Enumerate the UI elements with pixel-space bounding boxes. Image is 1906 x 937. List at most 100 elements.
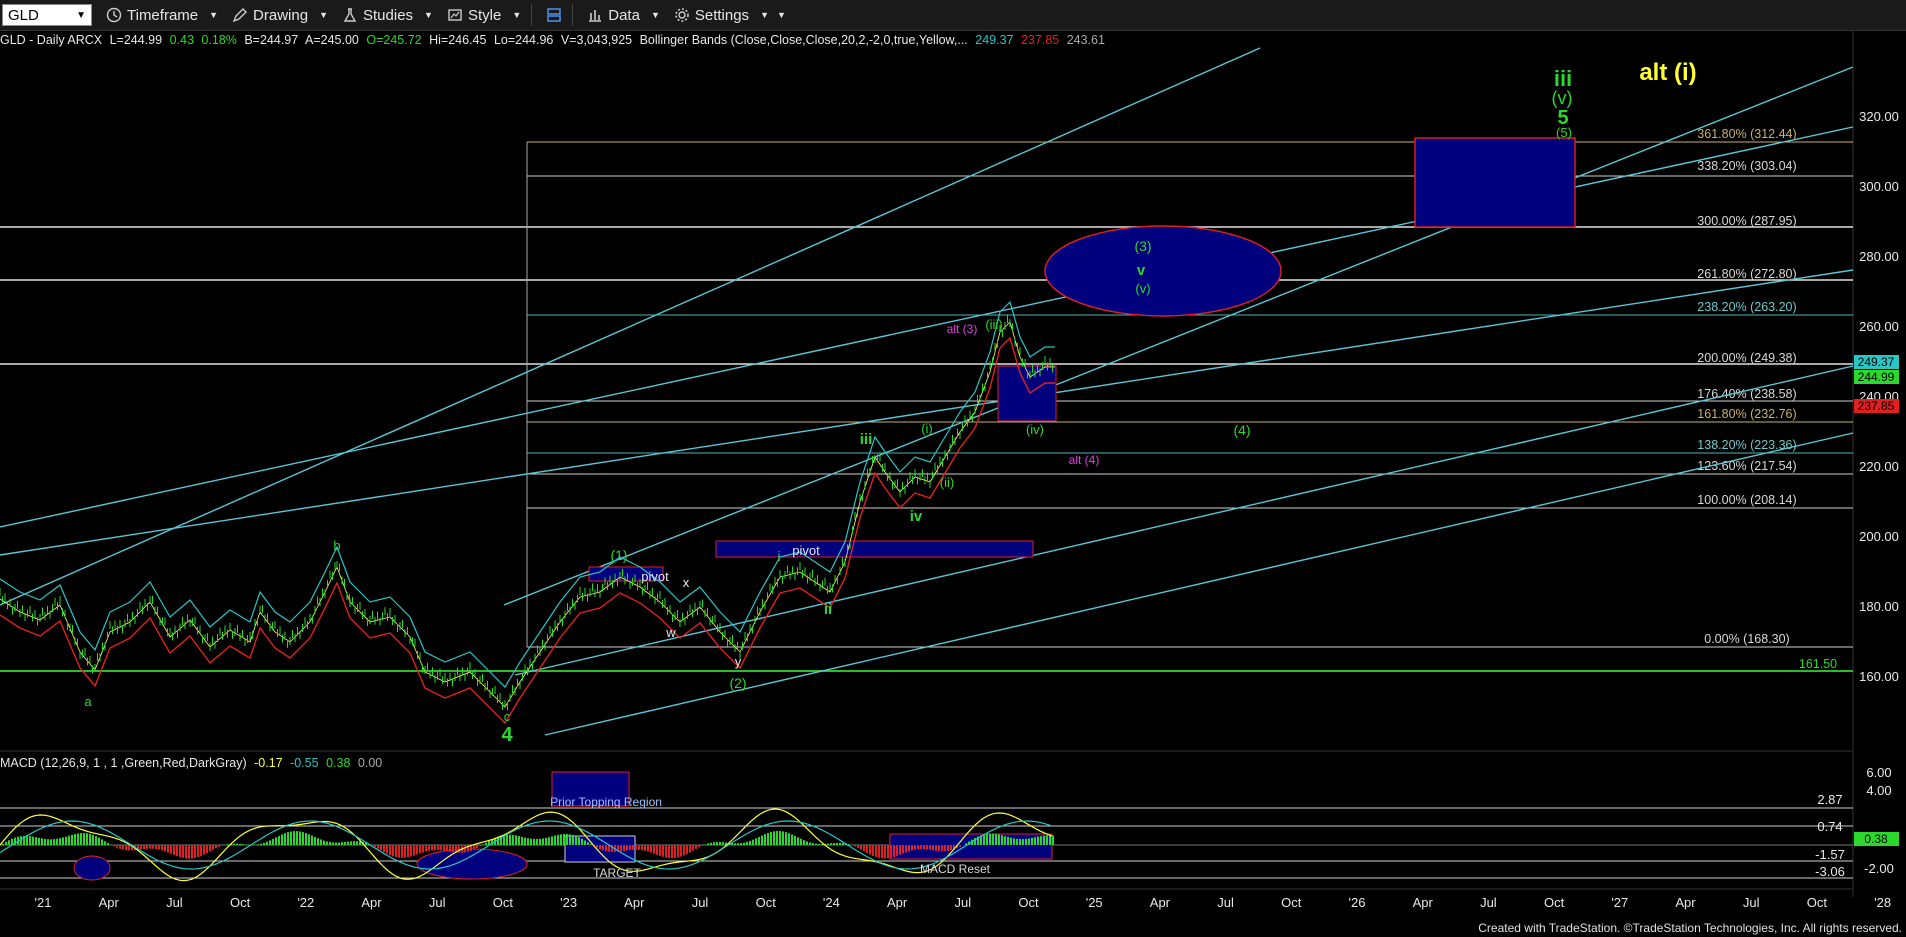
layout-button[interactable] [546,7,562,23]
macd-histogram-bar [926,845,928,850]
macd-histogram-bar [395,845,397,858]
symbol-selector[interactable]: GLD ▼ [2,4,92,26]
macd-histogram-bar [983,834,985,845]
macd-histogram-bar [623,845,625,851]
wave-label: (3) [1134,238,1151,254]
time-tick: '24 [823,895,840,910]
macd-histogram-bar [857,845,859,848]
macd-histogram-bar [209,845,211,852]
price-tick: 160.00 [1859,669,1899,684]
macd-histogram-bar [884,845,886,859]
macd-histogram-bar [782,831,784,845]
macd-histogram-bar [878,845,880,858]
settings-menu[interactable]: Settings ▼ [674,7,769,24]
macd-histogram-bar [401,845,403,858]
macd-histogram-bar [332,842,334,845]
chevron-down-icon: ▼ [760,10,769,20]
macd-histogram-bar [920,845,922,850]
macd-axis[interactable]: 6.00 4.00 2.87 0.74 0.38 -1.57 -2.00 -3.… [1815,765,1899,879]
macd-histogram-bar [917,845,919,850]
macd-histogram-bar [539,838,541,845]
time-tick: '22 [297,895,314,910]
macd-histogram-bar [65,836,67,845]
macd-histogram-bar [656,845,658,855]
macd-histogram-bar [881,845,883,859]
macd-histogram-bar [1049,835,1051,845]
time-tick: Apr [1150,895,1171,910]
macd-histogram-bar [377,845,379,849]
chart-canvas[interactable]: 361.80% (312.44) 338.20% (303.04) 300.00… [0,30,1906,937]
drawing-menu[interactable]: Drawing ▼ [232,7,328,24]
chevron-down-icon: ▼ [209,10,219,20]
studies-label: Studies [363,6,414,24]
macd-histogram-bar [596,845,598,848]
target-ellipse[interactable] [1044,225,1282,317]
wave-label: (4) [1233,422,1250,438]
target-box-upper[interactable] [1414,137,1576,228]
macd-histogram-bar [239,843,241,845]
macd-histogram-bar [272,838,274,845]
macd-histogram-bar [308,834,310,845]
toolbar-divider [531,4,533,26]
macd-histogram-bar [434,845,436,851]
macd-histogram-bar [755,838,757,845]
macd-histogram-bar [275,837,277,845]
chart-header: GLD - Daily ARCX L=244.99 0.43 0.18% B=2… [0,33,1109,47]
macd-histogram-bar [659,845,661,856]
macd-histogram-bar [1004,836,1006,845]
macd-histogram-bar [827,843,829,845]
macd-histogram-bar [485,842,487,845]
macd-histogram-bar [683,845,685,856]
price-axis[interactable]: 320.00 300.00 280.00 260.00 240.00 220.0… [1854,109,1899,684]
macd-histogram-bar [407,845,409,858]
macd-histogram-bar [584,840,586,845]
macd-histogram-bar [59,838,61,845]
macd-histogram-bar [746,841,748,845]
fib-label: 261.80% (272.80) [1697,267,1796,281]
time-tick: Jul [954,895,971,910]
macd-ellipse [73,855,111,881]
time-axis[interactable]: '21 Apr Jul Oct '22 Apr Jul Oct '23 Apr Jul Oct '24 A… [35,895,1892,910]
macd-histogram-bar [305,833,307,845]
macd-histogram-bar [1052,835,1054,845]
macd-histogram-bar [335,842,337,845]
macd-histogram-bar [923,845,925,850]
macd-histogram-bar [872,845,874,856]
time-tick: '21 [35,895,52,910]
macd-tick: 4.00 [1866,783,1891,798]
bar-chart-icon [589,10,602,22]
data-menu[interactable]: Data ▼ [587,7,660,24]
macd-histogram-bar [143,845,145,850]
macd-histogram-bar [986,833,988,845]
macd-histogram-bar [440,845,442,851]
macd-histogram-bar [932,845,934,851]
macd-histogram-bar [569,834,571,845]
pivot-box-2[interactable] [715,540,1034,558]
fib-label: 338.20% (303.04) [1697,159,1796,173]
timeframe-menu[interactable]: Timeframe ▼ [106,7,218,24]
chevron-down-icon: ▼ [650,10,660,20]
macd-histogram-bar [722,842,724,845]
macd-histogram-bar [854,845,856,847]
wave-label: v [1137,262,1146,279]
macd-histogram-bar [521,836,523,845]
macd-histogram-bar [740,843,742,845]
macd-annotation: TARGET [593,866,641,880]
macd-histogram-bar [665,845,667,858]
badge-upper-text: 249.37 [1858,355,1895,369]
macd-histogram-bar [713,842,715,845]
macd-annotation: MACD Reset [920,862,991,876]
macd-histogram-bar [326,841,328,845]
macd-histogram-bar [1019,839,1021,845]
change-value: 0.43 [169,33,194,47]
macd-histogram-bar [464,845,466,853]
macd-histogram-bar [989,833,991,845]
studies-menu[interactable]: Studies ▼ [342,7,433,24]
macd-pane[interactable]: Prior Topping Region TARGET MACD Reset [0,771,1853,882]
macd-histogram-bar [293,831,295,845]
high-price: Hi=246.45 [429,33,487,47]
wave-label: a [84,694,92,709]
macd-histogram-bar [221,845,223,846]
style-menu[interactable]: Style ▼ [447,7,521,24]
more-caret-icon[interactable]: ▼ [777,10,786,20]
